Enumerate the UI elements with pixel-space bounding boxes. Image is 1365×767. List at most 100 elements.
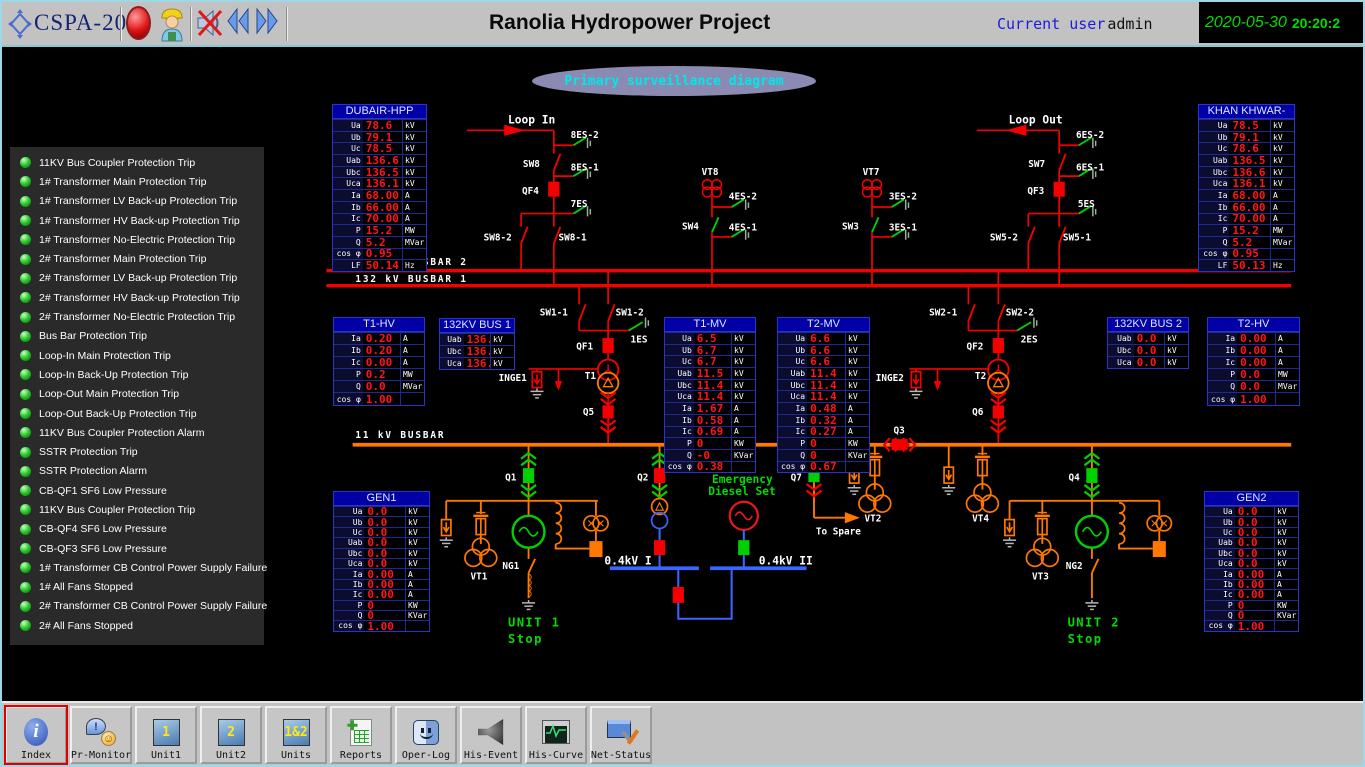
toolbar-button-units[interactable]: 1&2 Units — [265, 706, 327, 764]
diesel-generator-icon[interactable] — [730, 502, 758, 530]
alarm-item[interactable]: 1# All Fans Stopped — [10, 578, 264, 597]
measurement-value: 0.00 — [1235, 580, 1274, 589]
alarm-item[interactable]: 1# Transformer LV Back-up Protection Tri… — [10, 192, 264, 211]
measurement-value: 6.6 — [807, 345, 845, 356]
measurement-value: 0.00 — [1235, 569, 1274, 578]
alarm-item[interactable]: 2# Transformer No-Electric Protection Tr… — [10, 307, 264, 326]
transformer-t1-icon[interactable] — [598, 360, 619, 394]
earth-switch-1es[interactable] — [629, 317, 649, 330]
alarm-item[interactable]: CB-QF3 SF6 Low Pressure — [10, 539, 264, 558]
alarm-lamp-icon[interactable] — [126, 6, 151, 40]
switch-sw5-2[interactable] — [1028, 227, 1035, 244]
switch-sw7[interactable] — [1059, 154, 1066, 171]
bottom-toolbar: i Index !☺ Pr-Monitor 1 Unit1 2 Unit2 1&… — [2, 701, 1363, 765]
measurement-value: 0.00 — [364, 580, 405, 589]
alarm-item[interactable]: 1# Transformer No-Electric Protection Tr… — [10, 230, 264, 249]
switch-sw2-2[interactable] — [998, 304, 1005, 321]
alarm-item[interactable]: Loop-In Main Protection Trip — [10, 346, 264, 365]
prev-page-icon[interactable] — [226, 6, 251, 41]
toolbar-button-pr-monitor[interactable]: !☺ Pr-Monitor — [70, 706, 132, 764]
measurement-unit — [731, 462, 755, 473]
lv-tie-breaker[interactable] — [673, 587, 684, 603]
alarm-item[interactable]: 11KV Bus Coupler Protection Alarm — [10, 423, 264, 442]
measurement-label: LF — [1199, 260, 1229, 271]
breaker-q5[interactable] — [602, 405, 613, 418]
alarm-item[interactable]: 2# Transformer Main Protection Trip — [10, 249, 264, 268]
alarm-led-icon — [20, 485, 31, 496]
breaker-qf4[interactable] — [548, 182, 559, 197]
panel-row: Ua6.5kV — [665, 332, 755, 344]
switch-sw1-1[interactable] — [579, 304, 586, 321]
diesel-breaker[interactable] — [738, 540, 749, 555]
alarm-item[interactable]: Loop-In Back-Up Protection Trip — [10, 365, 264, 384]
panel-row: Ia0.00A — [1208, 332, 1299, 344]
alarm-led-icon — [20, 312, 31, 323]
earth-switch-2es[interactable] — [1017, 317, 1037, 330]
measurement-unit: MW — [400, 369, 424, 380]
measurement-value: 11.4 — [807, 368, 845, 379]
alarm-item[interactable]: 2# Transformer LV Back-up Protection Tri… — [10, 269, 264, 288]
toolbar-button-his-curve[interactable]: His-Curve — [525, 706, 587, 764]
alarm-item[interactable]: 2# Transformer CB Control Power Supply F… — [10, 597, 264, 616]
alarm-item-label: Loop-In Main Protection Trip — [39, 350, 171, 362]
panel-row: Ub6.6kV — [778, 344, 869, 356]
surge-arrester-icon — [944, 467, 953, 483]
breaker-q1[interactable] — [523, 468, 534, 483]
switch-sw8[interactable] — [554, 154, 561, 171]
alarm-item[interactable]: 1# Transformer CB Control Power Supply F… — [10, 558, 264, 577]
breaker-qf1[interactable] — [602, 338, 613, 353]
alarm-led-icon — [20, 254, 31, 265]
measurement-value: 0 — [694, 438, 731, 449]
toolbar-button-index[interactable]: i Index — [5, 706, 67, 764]
switch-sw3[interactable] — [872, 217, 879, 232]
switch-sw4[interactable] — [712, 217, 719, 232]
panel-row: P0KW — [778, 437, 869, 449]
alarm-item[interactable]: 1# Transformer HV Back-up Protection Tri… — [10, 211, 264, 230]
next-page-icon[interactable] — [254, 6, 279, 41]
generator-gen2-icon[interactable] — [1076, 516, 1108, 548]
busbar11-label: 11 kV BUSBAR — [355, 430, 445, 441]
switch-sw2-1[interactable] — [968, 304, 975, 321]
measurement-unit: A — [400, 357, 424, 368]
alarm-item[interactable]: SSTR Protection Alarm — [10, 462, 264, 481]
lv-breaker-1[interactable] — [654, 540, 665, 555]
alarm-item[interactable]: Loop-Out Back-Up Protection Trip — [10, 404, 264, 423]
alarm-item[interactable]: 1# Transformer Main Protection Trip — [10, 172, 264, 191]
alarm-item[interactable]: Loop-Out Main Protection Trip — [10, 385, 264, 404]
alarm-item[interactable]: 11KV Bus Coupler Protection Trip — [10, 153, 264, 172]
panel-row: Uab136.6kV — [333, 154, 426, 166]
surge-arrester-icon — [1005, 520, 1014, 536]
toolbar-button-unit2[interactable]: 2 Unit2 — [200, 706, 262, 764]
breaker-qf2[interactable] — [993, 338, 1004, 353]
transformer-t2-icon[interactable] — [988, 360, 1009, 394]
measurement-label: Uab — [334, 538, 364, 547]
alarm-led-icon — [20, 157, 31, 168]
toolbar-button-reports[interactable]: ✚ Reports — [330, 706, 392, 764]
breaker-q6[interactable] — [993, 405, 1004, 418]
measurement-label: cos φ — [665, 462, 694, 473]
panel-row: Uca0.0kV — [1108, 356, 1188, 368]
toolbar-button-unit1[interactable]: 1 Unit1 — [135, 706, 197, 764]
operator-icon[interactable] — [159, 6, 185, 47]
breaker-qf3[interactable] — [1054, 182, 1065, 197]
toolbar-button-net-status[interactable]: Net-Status — [590, 706, 652, 764]
alarm-item[interactable]: CB-QF4 SF6 Low Pressure — [10, 520, 264, 539]
alarm-item[interactable]: 2# Transformer HV Back-up Protection Tri… — [10, 288, 264, 307]
breaker-q4[interactable] — [1086, 468, 1097, 483]
alarm-item[interactable]: SSTR Protection Trip — [10, 442, 264, 461]
measurement-unit: kV — [490, 358, 514, 369]
toolbar-button-his-event[interactable]: His-Event — [460, 706, 522, 764]
alarm-item[interactable]: Bus Bar Protection Trip — [10, 327, 264, 346]
switch-sw8-2[interactable] — [521, 227, 528, 244]
alarm-led-icon — [20, 620, 31, 631]
switch-sw1-2[interactable] — [608, 304, 615, 321]
generator-gen1-icon[interactable] — [513, 516, 545, 548]
alarm-item[interactable]: 2# All Fans Stopped — [10, 616, 264, 635]
toolbar-button-oper-log[interactable]: Oper-Log — [395, 706, 457, 764]
ground-icon — [1085, 600, 1098, 609]
bushing-icon — [1035, 513, 1050, 516]
alarm-item[interactable]: 11KV Bus Coupler Protection Trip — [10, 500, 264, 519]
mute-icon[interactable] — [196, 6, 223, 45]
alarm-item[interactable]: CB-QF1 SF6 Low Pressure — [10, 481, 264, 500]
loop-out-label: Loop Out — [1009, 114, 1063, 127]
